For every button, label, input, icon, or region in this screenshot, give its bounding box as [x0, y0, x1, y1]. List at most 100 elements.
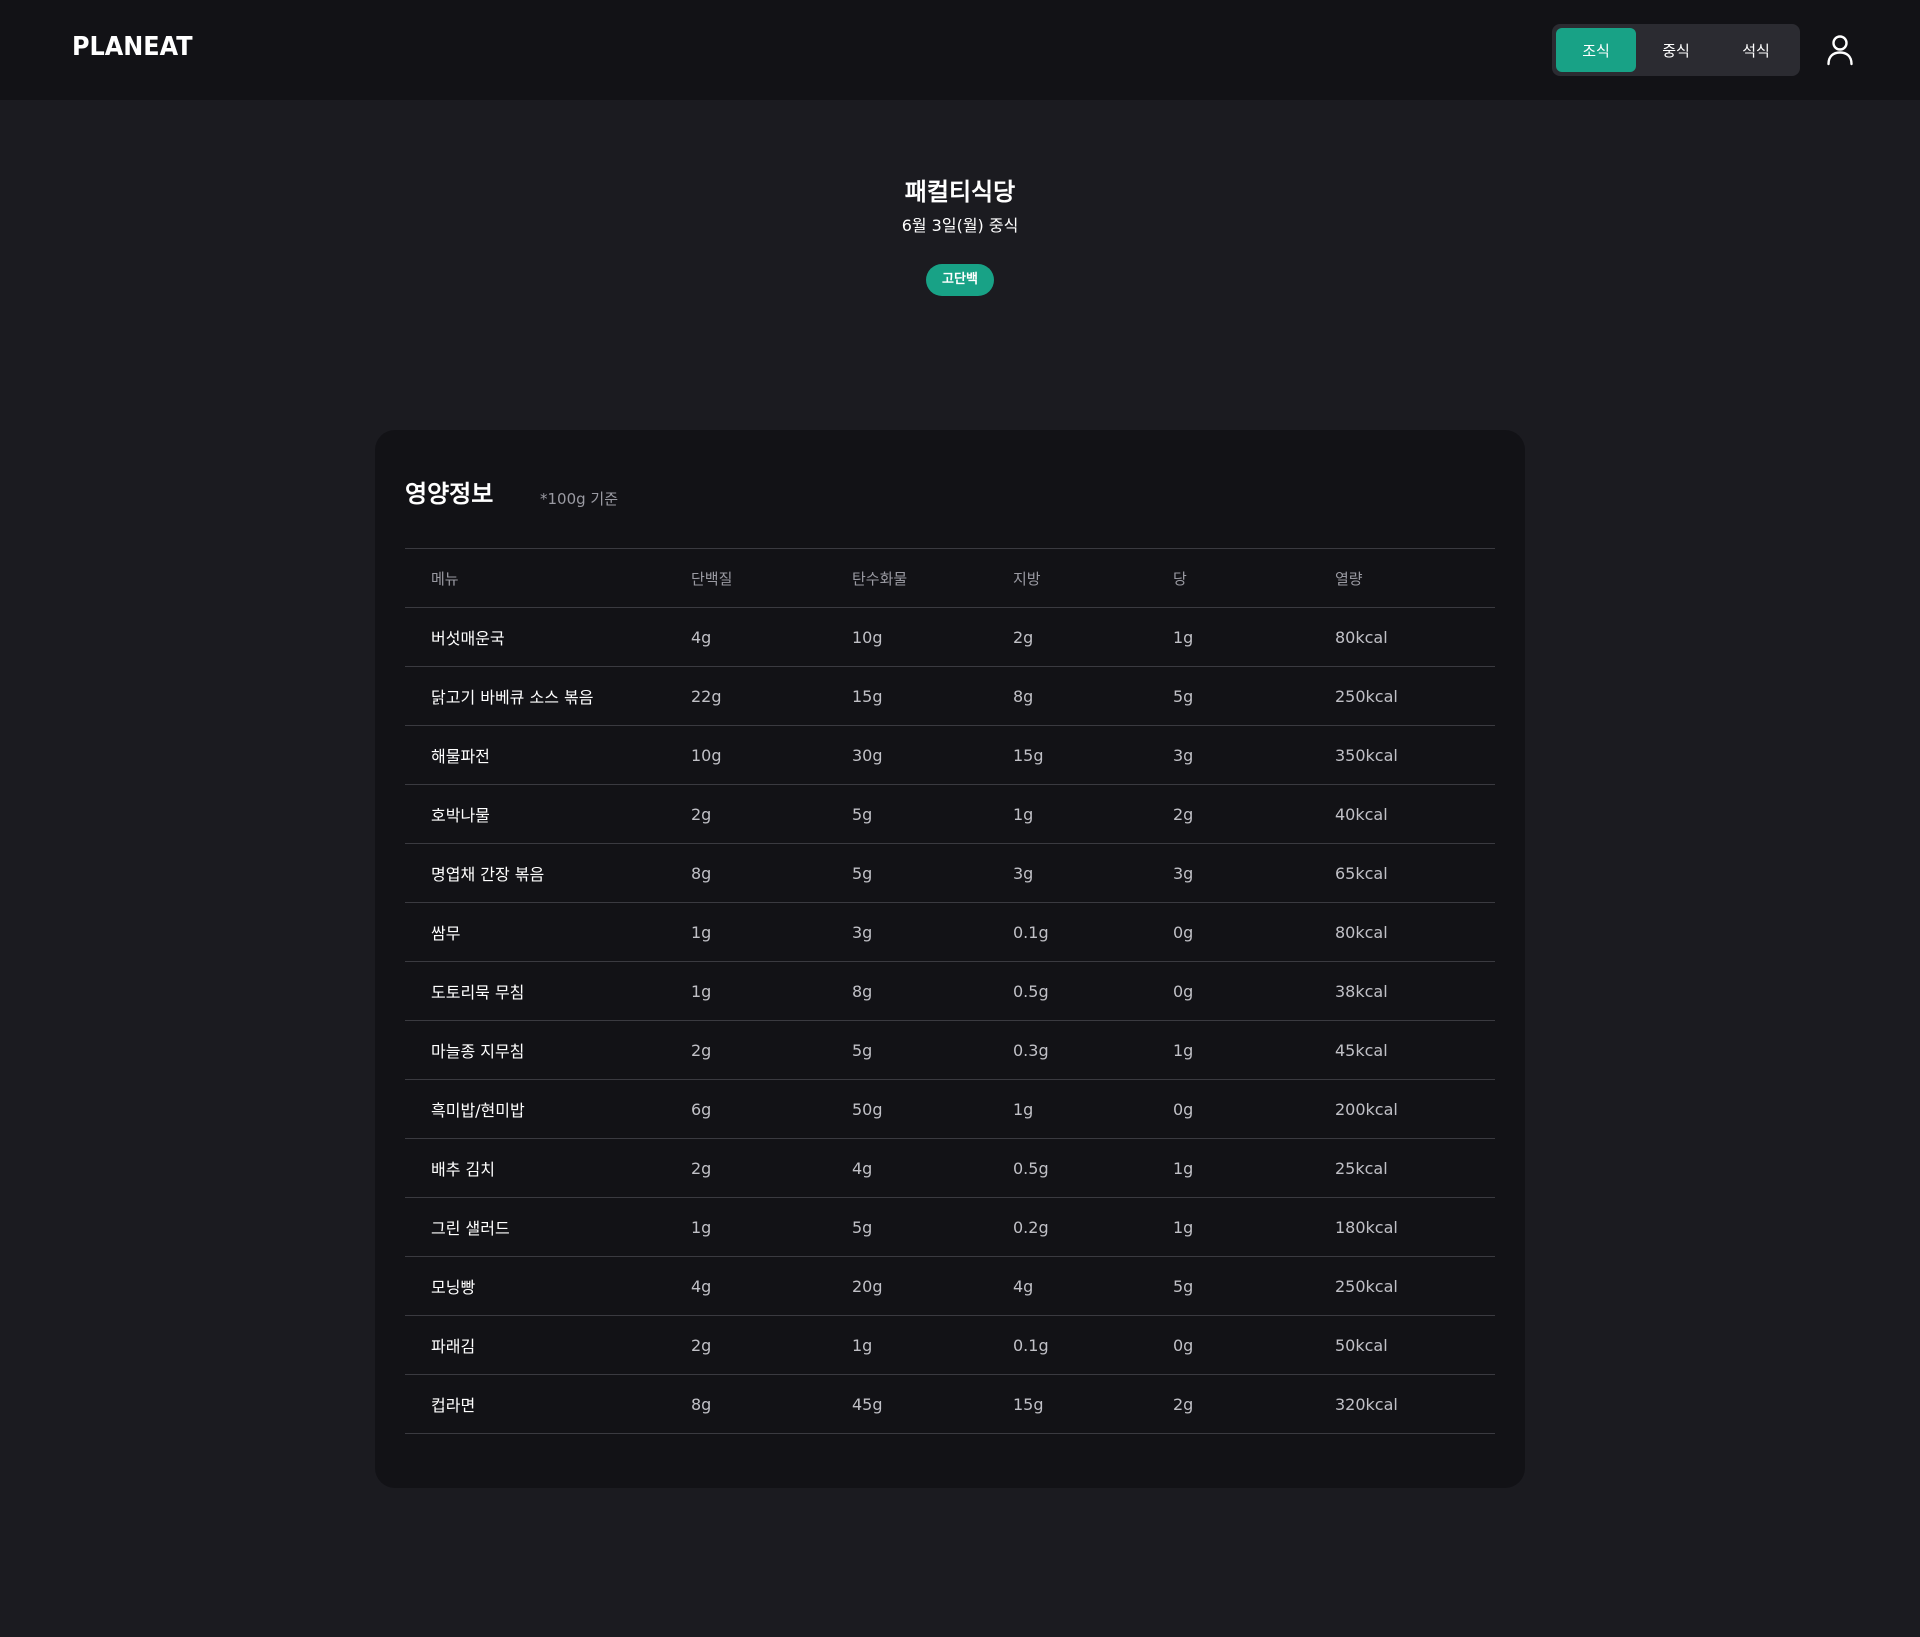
user-icon[interactable] — [1826, 34, 1854, 66]
cell-carbohydrate: 15g — [852, 686, 883, 706]
cell-sugar: 1g — [1173, 1217, 1194, 1237]
cell-sugar: 2g — [1173, 804, 1194, 824]
cell-fat: 15g — [1013, 1394, 1044, 1414]
cell-protein: 8g — [691, 1394, 712, 1414]
cell-carbohydrate: 3g — [852, 922, 873, 942]
cell-sugar: 0g — [1173, 981, 1194, 1001]
cell-fat: 0.1g — [1013, 922, 1049, 942]
cell-carbohydrate: 8g — [852, 981, 873, 1001]
cell-protein: 10g — [691, 745, 722, 765]
cell-protein: 4g — [691, 627, 712, 647]
cell-protein: 1g — [691, 922, 712, 942]
cell-fat: 4g — [1013, 1276, 1034, 1296]
table-header-row: 메뉴 단백질 탄수화물 지방 당 열량 — [405, 549, 1495, 608]
cell-calories: 250kcal — [1335, 1276, 1398, 1296]
cell-fat: 15g — [1013, 745, 1044, 765]
cell-fat: 0.5g — [1013, 981, 1049, 1001]
cell-menu-name: 호박나물 — [431, 806, 490, 825]
cell-menu-name: 그린 샐러드 — [431, 1219, 510, 1238]
restaurant-name: 패컬티식당 — [904, 178, 1016, 206]
cell-protein: 2g — [691, 1335, 712, 1355]
table-row: 버섯매운국 4g 10g 2g 1g 80kcal — [405, 608, 1495, 667]
cell-fat: 0.1g — [1013, 1335, 1049, 1355]
table-row: 쌈무 1g 3g 0.1g 0g 80kcal — [405, 903, 1495, 962]
column-header-calories: 열량 — [1335, 569, 1363, 588]
table-row: 해물파전 10g 30g 15g 3g 350kcal — [405, 726, 1495, 785]
cell-fat: 2g — [1013, 627, 1034, 647]
meal-tab-lunch[interactable]: 중식 — [1636, 28, 1716, 72]
cell-menu-name: 컵라면 — [431, 1396, 476, 1415]
cell-fat: 0.3g — [1013, 1040, 1049, 1060]
column-header-fat: 지방 — [1013, 569, 1041, 588]
cell-carbohydrate: 10g — [852, 627, 883, 647]
meal-time-switcher: 조식 중식 석식 — [1552, 24, 1800, 76]
cell-carbohydrate: 5g — [852, 1217, 873, 1237]
cell-fat: 1g — [1013, 1099, 1034, 1119]
cell-sugar: 2g — [1173, 1394, 1194, 1414]
cell-calories: 200kcal — [1335, 1099, 1398, 1119]
cell-calories: 350kcal — [1335, 745, 1398, 765]
column-header-menu: 메뉴 — [431, 569, 459, 588]
table-row: 배추 김치 2g 4g 0.5g 1g 25kcal — [405, 1139, 1495, 1198]
cell-calories: 320kcal — [1335, 1394, 1398, 1414]
table-row: 모닝빵 4g 20g 4g 5g 250kcal — [405, 1257, 1495, 1316]
cell-protein: 2g — [691, 1158, 712, 1178]
nutrition-table: 메뉴 단백질 탄수화물 지방 당 열량 버섯매운국 4g 10g 2g 1g 80kcal… — [405, 548, 1495, 1434]
user-icon-graphic — [1827, 35, 1853, 66]
table-row: 마늘종 지무침 2g 5g 0.3g 1g 45kcal — [405, 1021, 1495, 1080]
cell-sugar: 0g — [1173, 922, 1194, 942]
cell-carbohydrate: 30g — [852, 745, 883, 765]
cell-menu-name: 닭고기 바베큐 소스 볶음 — [431, 688, 594, 707]
column-header-protein: 단백질 — [691, 569, 733, 588]
nutrition-title: 영양정보 — [405, 480, 494, 508]
cell-menu-name: 모닝빵 — [431, 1278, 476, 1297]
cell-menu-name: 버섯매운국 — [431, 629, 505, 648]
cell-calories: 180kcal — [1335, 1217, 1398, 1237]
meal-tab-dinner[interactable]: 석식 — [1716, 28, 1796, 72]
column-header-sugar: 당 — [1173, 569, 1187, 588]
cell-protein: 2g — [691, 804, 712, 824]
cell-protein: 2g — [691, 1040, 712, 1060]
table-body: 버섯매운국 4g 10g 2g 1g 80kcal 닭고기 바베큐 소스 볶음 22g 15g 8… — [405, 608, 1495, 1434]
cell-carbohydrate: 4g — [852, 1158, 873, 1178]
cell-sugar: 1g — [1173, 1158, 1194, 1178]
app-logo[interactable]: PLANEAT — [72, 32, 193, 62]
cell-menu-name: 파래김 — [431, 1337, 476, 1356]
cell-calories: 250kcal — [1335, 686, 1398, 706]
table-row: 그린 샐러드 1g 5g 0.2g 1g 180kcal — [405, 1198, 1495, 1257]
cell-calories: 65kcal — [1335, 863, 1388, 883]
cell-carbohydrate: 5g — [852, 1040, 873, 1060]
cell-calories: 25kcal — [1335, 1158, 1388, 1178]
cell-sugar: 3g — [1173, 745, 1194, 765]
cell-fat: 0.5g — [1013, 1158, 1049, 1178]
cell-sugar: 1g — [1173, 627, 1194, 647]
cell-calories: 40kcal — [1335, 804, 1388, 824]
cell-menu-name: 배추 김치 — [431, 1160, 495, 1179]
diet-tag-badge: 고단백 — [926, 264, 994, 296]
date-meal-label: 6월 3일(월) 중식 — [901, 216, 1019, 235]
nutrition-basis-note: *100g 기준 — [540, 490, 619, 508]
top-navigation-bar: PLANEAT 조식 중식 석식 — [0, 0, 1920, 100]
cell-menu-name: 마늘종 지무침 — [431, 1042, 525, 1061]
column-header-carbohydrate: 탄수화물 — [852, 569, 908, 588]
cell-carbohydrate: 1g — [852, 1335, 873, 1355]
table-row: 도토리묵 무침 1g 8g 0.5g 0g 38kcal — [405, 962, 1495, 1021]
restaurant-header: 패컬티식당 6월 3일(월) 중식 고단백 — [0, 172, 1920, 296]
cell-calories: 80kcal — [1335, 627, 1388, 647]
cell-calories: 38kcal — [1335, 981, 1388, 1001]
cell-sugar: 0g — [1173, 1099, 1194, 1119]
cell-carbohydrate: 50g — [852, 1099, 883, 1119]
table-row: 흑미밥/현미밥 6g 50g 1g 0g 200kcal — [405, 1080, 1495, 1139]
cell-carbohydrate: 5g — [852, 804, 873, 824]
table-row: 호박나물 2g 5g 1g 2g 40kcal — [405, 785, 1495, 844]
cell-calories: 80kcal — [1335, 922, 1388, 942]
cell-fat: 8g — [1013, 686, 1034, 706]
cell-sugar: 0g — [1173, 1335, 1194, 1355]
cell-calories: 50kcal — [1335, 1335, 1388, 1355]
cell-protein: 1g — [691, 1217, 712, 1237]
table-row: 명엽채 간장 볶음 8g 5g 3g 3g 65kcal — [405, 844, 1495, 903]
cell-sugar: 3g — [1173, 863, 1194, 883]
meal-tab-breakfast[interactable]: 조식 — [1556, 28, 1636, 72]
cell-carbohydrate: 45g — [852, 1394, 883, 1414]
table-row: 파래김 2g 1g 0.1g 0g 50kcal — [405, 1316, 1495, 1375]
